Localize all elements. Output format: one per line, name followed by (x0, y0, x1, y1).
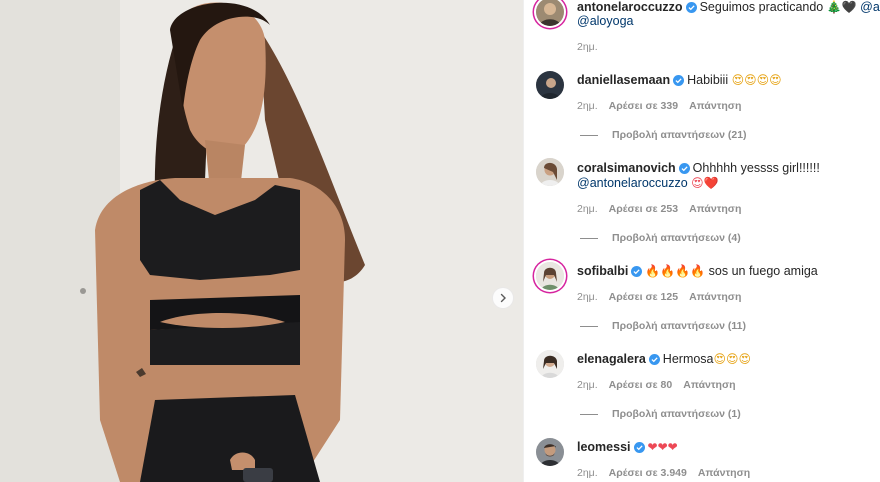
comment-likes[interactable]: Αρέσει σε 125 (609, 291, 678, 303)
comment-likes[interactable]: Αρέσει σε 80 (609, 379, 673, 391)
reply-button[interactable]: Απάντηση (683, 379, 735, 391)
view-replies-label: Προβολή απαντήσεων (11) (612, 320, 746, 332)
verified-badge-icon (673, 75, 685, 86)
verified-badge-icon (678, 163, 690, 174)
verified-badge-icon (631, 266, 643, 277)
view-replies-button[interactable]: Προβολή απαντήσεων (1) (580, 408, 741, 420)
view-replies-button[interactable]: Προβολή απαντήσεων (11) (580, 320, 746, 332)
comment-username[interactable]: elenagalera (577, 352, 646, 366)
comment-line: coralsimanovich Ohhhhh yessss girl!!!!!! (577, 160, 877, 176)
photo-image (0, 0, 523, 482)
divider-dash (580, 134, 598, 136)
reply-button[interactable]: Απάντηση (698, 467, 750, 479)
verified-badge-icon (685, 2, 697, 13)
comment-line: daniellasemaan Habibiii 😍😍😍😍 (577, 72, 877, 88)
avatar[interactable] (536, 71, 564, 99)
comment-time[interactable]: 2ημ. (577, 100, 598, 112)
view-replies-button[interactable]: Προβολή απαντήσεων (21) (580, 129, 747, 141)
comment-username[interactable]: coralsimanovich (577, 161, 676, 175)
comment-time[interactable]: 2ημ. (577, 291, 598, 303)
caption-meta: 2ημ. (577, 41, 609, 53)
comment-username[interactable]: sofibalbi (577, 264, 628, 278)
avatar[interactable] (536, 262, 564, 290)
comment-text: Habibiii (687, 73, 729, 87)
comment-meta: 2ημ. Αρέσει σε 3.949 Απάντηση (577, 467, 761, 479)
comment-time[interactable]: 2ημ. (577, 379, 598, 391)
comment-meta: 2ημ. Αρέσει σε 339 Απάντηση (577, 100, 752, 112)
comment-likes[interactable]: Αρέσει σε 253 (609, 203, 678, 215)
comment-time[interactable]: 2ημ. (577, 467, 598, 479)
divider-dash (580, 237, 598, 239)
comment-line-2: @antonelaroccuzzo 😍❤️ (577, 175, 877, 191)
comments-panel[interactable]: antonelaroccuzzo Seguimos practicando 🎄🖤 … (523, 0, 880, 482)
reply-button[interactable]: Απάντηση (689, 291, 741, 303)
chevron-right-icon (500, 293, 506, 303)
caption-text: Seguimos practicando (699, 0, 824, 14)
view-replies-button[interactable]: Προβολή απαντήσεων (4) (580, 232, 741, 244)
comment-time[interactable]: 2ημ. (577, 203, 598, 215)
comment-emojis: 😍😍😍 (713, 352, 752, 366)
comment-text: Hermosa (662, 352, 714, 366)
comment-emojis: ❤❤❤ (647, 440, 678, 454)
comment-username[interactable]: daniellasemaan (577, 73, 670, 87)
comment-line: leomessi ❤❤❤ (577, 439, 877, 455)
post-photo[interactable] (0, 0, 523, 482)
avatar[interactable] (536, 350, 564, 378)
verified-badge-icon (633, 442, 645, 453)
view-replies-label: Προβολή απαντήσεων (4) (612, 232, 741, 244)
comment-line: sofibalbi 🔥🔥🔥🔥 sos un fuego amiga (577, 263, 877, 279)
comment-username[interactable]: leomessi (577, 440, 631, 454)
caption-username[interactable]: antonelaroccuzzo (577, 0, 683, 14)
caption-time[interactable]: 2ημ. (577, 41, 598, 53)
verified-badge-icon (648, 354, 660, 365)
comment-text: Ohhhhh yessss girl!!!!!! (692, 161, 820, 175)
caption-emojis: 🎄🖤 (826, 0, 857, 14)
caption-mention-aloyoga[interactable]: @aloyoga (577, 14, 633, 28)
view-replies-label: Προβολή απαντήσεων (21) (612, 129, 747, 141)
comment-emojis: 😍😍😍😍 (731, 73, 782, 87)
comment-emojis: 😍❤️ (691, 176, 719, 190)
avatar[interactable] (536, 438, 564, 466)
comment-meta: 2ημ. Αρέσει σε 80 Απάντηση (577, 379, 747, 391)
caption-line-2: @aloyoga (577, 13, 877, 29)
divider-dash (580, 413, 598, 415)
caption-mention-alo[interactable]: @alo (860, 0, 880, 14)
divider-dash (580, 325, 598, 327)
avatar[interactable] (536, 0, 564, 26)
avatar[interactable] (536, 158, 564, 186)
comment-emojis: 🔥🔥🔥🔥 (645, 264, 706, 278)
reply-button[interactable]: Απάντηση (689, 100, 741, 112)
next-photo-button[interactable] (492, 287, 514, 309)
comment-likes[interactable]: Αρέσει σε 339 (609, 100, 678, 112)
comment-text: sos un fuego amiga (708, 264, 818, 278)
comment-line: elenagalera Hermosa😍😍😍 (577, 351, 877, 367)
view-replies-label: Προβολή απαντήσεων (1) (612, 408, 741, 420)
comment-mention[interactable]: @antonelaroccuzzo (577, 176, 688, 190)
comment-meta: 2ημ. Αρέσει σε 253 Απάντηση (577, 203, 752, 215)
comment-meta: 2ημ. Αρέσει σε 125 Απάντηση (577, 291, 752, 303)
comment-likes[interactable]: Αρέσει σε 3.949 (609, 467, 687, 479)
reply-button[interactable]: Απάντηση (689, 203, 741, 215)
